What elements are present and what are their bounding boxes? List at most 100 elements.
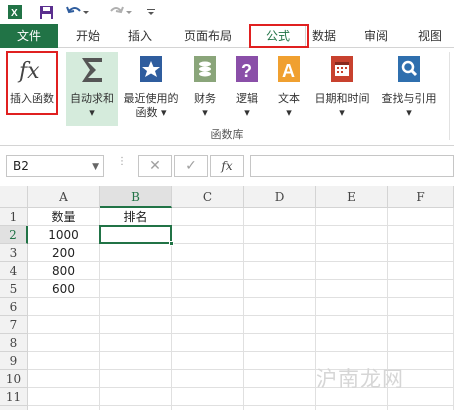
cell-a9[interactable]	[28, 352, 100, 370]
insert-function-button[interactable]: fx 插入函数	[6, 52, 58, 122]
cell-b1[interactable]: 排名	[100, 208, 172, 226]
recently-used-button[interactable]: 最近使用的 函数 ▾	[122, 52, 180, 122]
cell-f3[interactable]	[388, 244, 454, 262]
cell-d1[interactable]	[244, 208, 316, 226]
cell-b6[interactable]	[100, 298, 172, 316]
cell-c5[interactable]	[172, 280, 244, 298]
lookup-reference-button[interactable]: 查找与引用 ▾	[376, 52, 442, 122]
column-header-b[interactable]: B	[100, 186, 172, 208]
column-header-e[interactable]: E	[316, 186, 388, 208]
cell-d11[interactable]	[244, 388, 316, 406]
cell-c9[interactable]	[172, 352, 244, 370]
row-header-12[interactable]: 12	[0, 406, 28, 410]
row-header-10[interactable]: 10	[0, 370, 28, 388]
cell-b10[interactable]	[100, 370, 172, 388]
row-header-3[interactable]: 3	[0, 244, 28, 262]
cell-f2[interactable]	[388, 226, 454, 244]
cell-d3[interactable]	[244, 244, 316, 262]
cell-d8[interactable]	[244, 334, 316, 352]
cell-c7[interactable]	[172, 316, 244, 334]
cell-d10[interactable]	[244, 370, 316, 388]
cell-e5[interactable]	[316, 280, 388, 298]
cell-d2[interactable]	[244, 226, 316, 244]
tab-data[interactable]: 数据	[306, 24, 342, 48]
cell-b3[interactable]	[100, 244, 172, 262]
cell-c8[interactable]	[172, 334, 244, 352]
cell-a4[interactable]: 800	[28, 262, 100, 280]
cell-f12[interactable]	[388, 406, 454, 410]
cell-c2[interactable]	[172, 226, 244, 244]
cell-a3[interactable]: 200	[28, 244, 100, 262]
logical-button[interactable]: ? 逻辑 ▾	[228, 52, 266, 122]
row-header-2[interactable]: 2	[0, 226, 28, 244]
cell-e1[interactable]	[316, 208, 388, 226]
cell-f7[interactable]	[388, 316, 454, 334]
cell-e7[interactable]	[316, 316, 388, 334]
cell-b11[interactable]	[100, 388, 172, 406]
tab-home[interactable]: 开始	[64, 24, 112, 48]
cell-a10[interactable]	[28, 370, 100, 388]
cell-b7[interactable]	[100, 316, 172, 334]
cell-d4[interactable]	[244, 262, 316, 280]
cell-c1[interactable]	[172, 208, 244, 226]
redo-icon[interactable]	[108, 3, 134, 21]
cell-d9[interactable]	[244, 352, 316, 370]
cell-b8[interactable]	[100, 334, 172, 352]
confirm-entry-button[interactable]: ✓	[174, 155, 208, 177]
row-header-8[interactable]: 8	[0, 334, 28, 352]
row-header-6[interactable]: 6	[0, 298, 28, 316]
column-header-d[interactable]: D	[244, 186, 316, 208]
chevron-down-icon[interactable]: ▼	[92, 157, 99, 177]
cell-a7[interactable]	[28, 316, 100, 334]
row-header-9[interactable]: 9	[0, 352, 28, 370]
cell-b12[interactable]	[100, 406, 172, 410]
cancel-entry-button[interactable]: ✕	[138, 155, 172, 177]
tab-file[interactable]: 文件	[0, 24, 58, 48]
name-box[interactable]: B2 ▼	[6, 155, 104, 177]
cell-b9[interactable]	[100, 352, 172, 370]
select-all-corner[interactable]	[0, 186, 28, 208]
cell-d5[interactable]	[244, 280, 316, 298]
cell-a12[interactable]	[28, 406, 100, 410]
insert-function-fx-button[interactable]: fx	[210, 155, 244, 177]
cell-f6[interactable]	[388, 298, 454, 316]
row-header-4[interactable]: 4	[0, 262, 28, 280]
cell-e3[interactable]	[316, 244, 388, 262]
cell-d12[interactable]	[244, 406, 316, 410]
cell-a1[interactable]: 数量	[28, 208, 100, 226]
cell-a8[interactable]	[28, 334, 100, 352]
cell-f8[interactable]	[388, 334, 454, 352]
cell-f1[interactable]	[388, 208, 454, 226]
fill-handle[interactable]	[169, 241, 174, 246]
column-header-f[interactable]: F	[388, 186, 454, 208]
cell-c10[interactable]	[172, 370, 244, 388]
formula-bar-grip-icon[interactable]: ⋮	[117, 157, 127, 172]
save-icon[interactable]	[36, 3, 56, 21]
tab-formulas[interactable]: 公式	[250, 24, 306, 49]
formula-input[interactable]	[250, 155, 454, 177]
cell-f4[interactable]	[388, 262, 454, 280]
datetime-button[interactable]: 日期和时间 ▾	[310, 52, 374, 122]
undo-icon[interactable]	[64, 3, 90, 21]
cell-a5[interactable]: 600	[28, 280, 100, 298]
cell-c11[interactable]	[172, 388, 244, 406]
column-header-c[interactable]: C	[172, 186, 244, 208]
financial-button[interactable]: 财务 ▾	[186, 52, 224, 122]
column-header-a[interactable]: A	[28, 186, 100, 208]
cell-c12[interactable]	[172, 406, 244, 410]
cell-e4[interactable]	[316, 262, 388, 280]
cell-b4[interactable]	[100, 262, 172, 280]
tab-view[interactable]: 视图	[408, 24, 452, 48]
cell-e6[interactable]	[316, 298, 388, 316]
tab-insert[interactable]: 插入	[116, 24, 164, 48]
row-header-1[interactable]: 1	[0, 208, 28, 226]
cell-a6[interactable]	[28, 298, 100, 316]
cell-c6[interactable]	[172, 298, 244, 316]
tab-page-layout[interactable]: 页面布局	[172, 24, 244, 48]
cell-c4[interactable]	[172, 262, 244, 280]
row-header-11[interactable]: 11	[0, 388, 28, 406]
customize-toolbar-icon[interactable]	[144, 3, 158, 21]
row-header-5[interactable]: 5	[0, 280, 28, 298]
cell-e12[interactable]	[316, 406, 388, 410]
cell-a11[interactable]	[28, 388, 100, 406]
